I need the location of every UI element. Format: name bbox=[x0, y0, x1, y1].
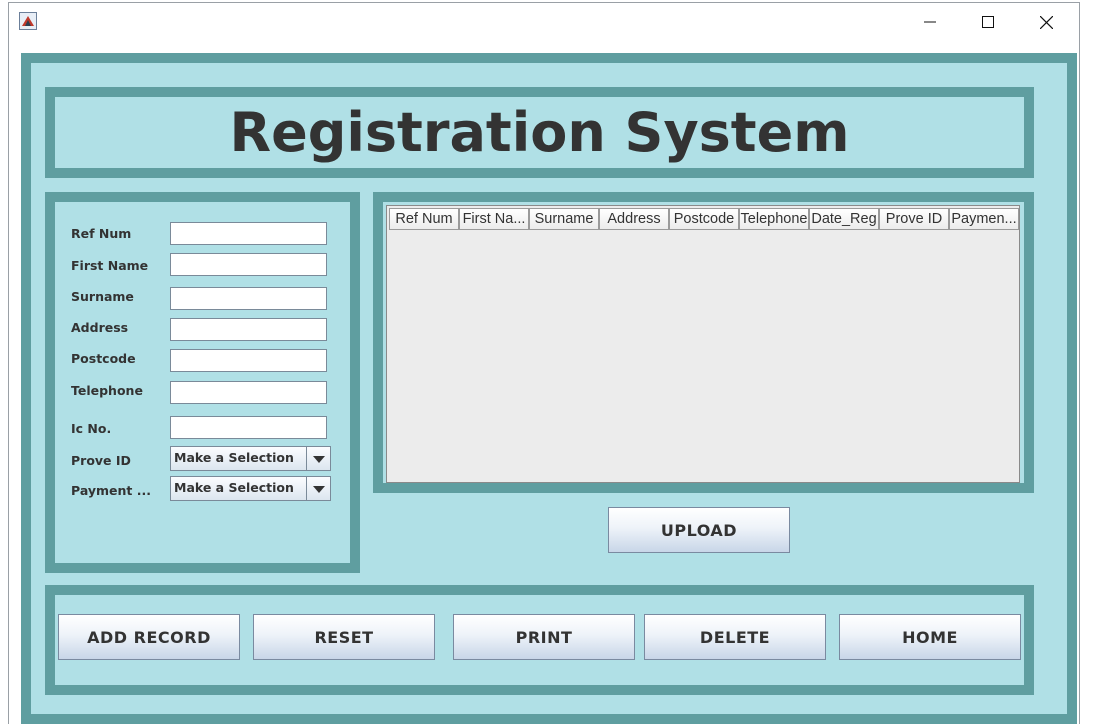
telephone-label: Telephone bbox=[71, 383, 143, 398]
content-frame: Registration System Ref Num First Name S… bbox=[21, 53, 1077, 724]
app-window: Registration System Ref Num First Name S… bbox=[8, 2, 1080, 724]
prove-id-dropdown[interactable]: Make a Selection bbox=[170, 446, 331, 471]
chevron-down-icon[interactable] bbox=[306, 447, 330, 470]
first-name-label: First Name bbox=[71, 258, 149, 273]
java-app-icon bbox=[19, 12, 37, 30]
column-header-postcode[interactable]: Postcode bbox=[669, 208, 739, 230]
chevron-down-icon[interactable] bbox=[306, 477, 330, 500]
upload-button[interactable]: UPLOAD bbox=[608, 507, 790, 553]
column-header-telephone[interactable]: Telephone bbox=[739, 208, 809, 230]
column-header-address[interactable]: Address bbox=[599, 208, 669, 230]
title-bar[interactable] bbox=[9, 3, 1079, 41]
column-header-first-name[interactable]: First Na... bbox=[459, 208, 529, 230]
column-header-surname[interactable]: Surname bbox=[529, 208, 599, 230]
page-title: Registration System bbox=[229, 101, 850, 164]
address-input[interactable] bbox=[170, 318, 327, 341]
minimize-icon bbox=[924, 21, 936, 23]
maximize-button[interactable] bbox=[959, 3, 1017, 41]
telephone-input[interactable] bbox=[170, 381, 327, 404]
postcode-input[interactable] bbox=[170, 349, 327, 372]
table-panel: Ref Num First Na... Surname Address Post… bbox=[373, 192, 1034, 493]
records-table[interactable]: Ref Num First Na... Surname Address Post… bbox=[386, 205, 1020, 483]
minimize-button[interactable] bbox=[901, 3, 959, 41]
surname-label: Surname bbox=[71, 289, 134, 304]
title-panel: Registration System bbox=[45, 87, 1034, 178]
column-header-date-reg[interactable]: Date_Reg bbox=[809, 208, 879, 230]
form-panel: Ref Num First Name Surname Address Postc… bbox=[45, 192, 360, 573]
payment-dropdown[interactable]: Make a Selection bbox=[170, 476, 331, 501]
postcode-label: Postcode bbox=[71, 351, 136, 366]
column-header-payment[interactable]: Paymen... bbox=[949, 208, 1019, 230]
payment-selected: Make a Selection bbox=[174, 480, 294, 495]
ref-num-input[interactable] bbox=[170, 222, 327, 245]
home-button[interactable]: HOME bbox=[839, 614, 1021, 660]
column-header-prove-id[interactable]: Prove ID bbox=[879, 208, 949, 230]
table-header: Ref Num First Na... Surname Address Post… bbox=[387, 206, 1019, 232]
add-record-button[interactable]: ADD RECORD bbox=[58, 614, 240, 660]
first-name-input[interactable] bbox=[170, 253, 327, 276]
surname-input[interactable] bbox=[170, 287, 327, 310]
ref-num-label: Ref Num bbox=[71, 226, 132, 241]
ic-no-label: Ic No. bbox=[71, 421, 112, 436]
prove-id-label: Prove ID bbox=[71, 453, 131, 468]
payment-label: Payment ... bbox=[71, 483, 151, 498]
column-header-ref-num[interactable]: Ref Num bbox=[389, 208, 459, 230]
ic-no-input[interactable] bbox=[170, 416, 327, 439]
maximize-icon bbox=[982, 16, 994, 28]
reset-button[interactable]: RESET bbox=[253, 614, 435, 660]
close-button[interactable] bbox=[1017, 3, 1075, 41]
print-button[interactable]: PRINT bbox=[453, 614, 635, 660]
actions-panel: ADD RECORD RESET PRINT DELETE HOME bbox=[45, 585, 1034, 695]
prove-id-selected: Make a Selection bbox=[174, 450, 294, 465]
delete-button[interactable]: DELETE bbox=[644, 614, 826, 660]
address-label: Address bbox=[71, 320, 129, 335]
close-icon bbox=[1039, 15, 1053, 29]
content-inner: Registration System Ref Num First Name S… bbox=[31, 63, 1067, 714]
